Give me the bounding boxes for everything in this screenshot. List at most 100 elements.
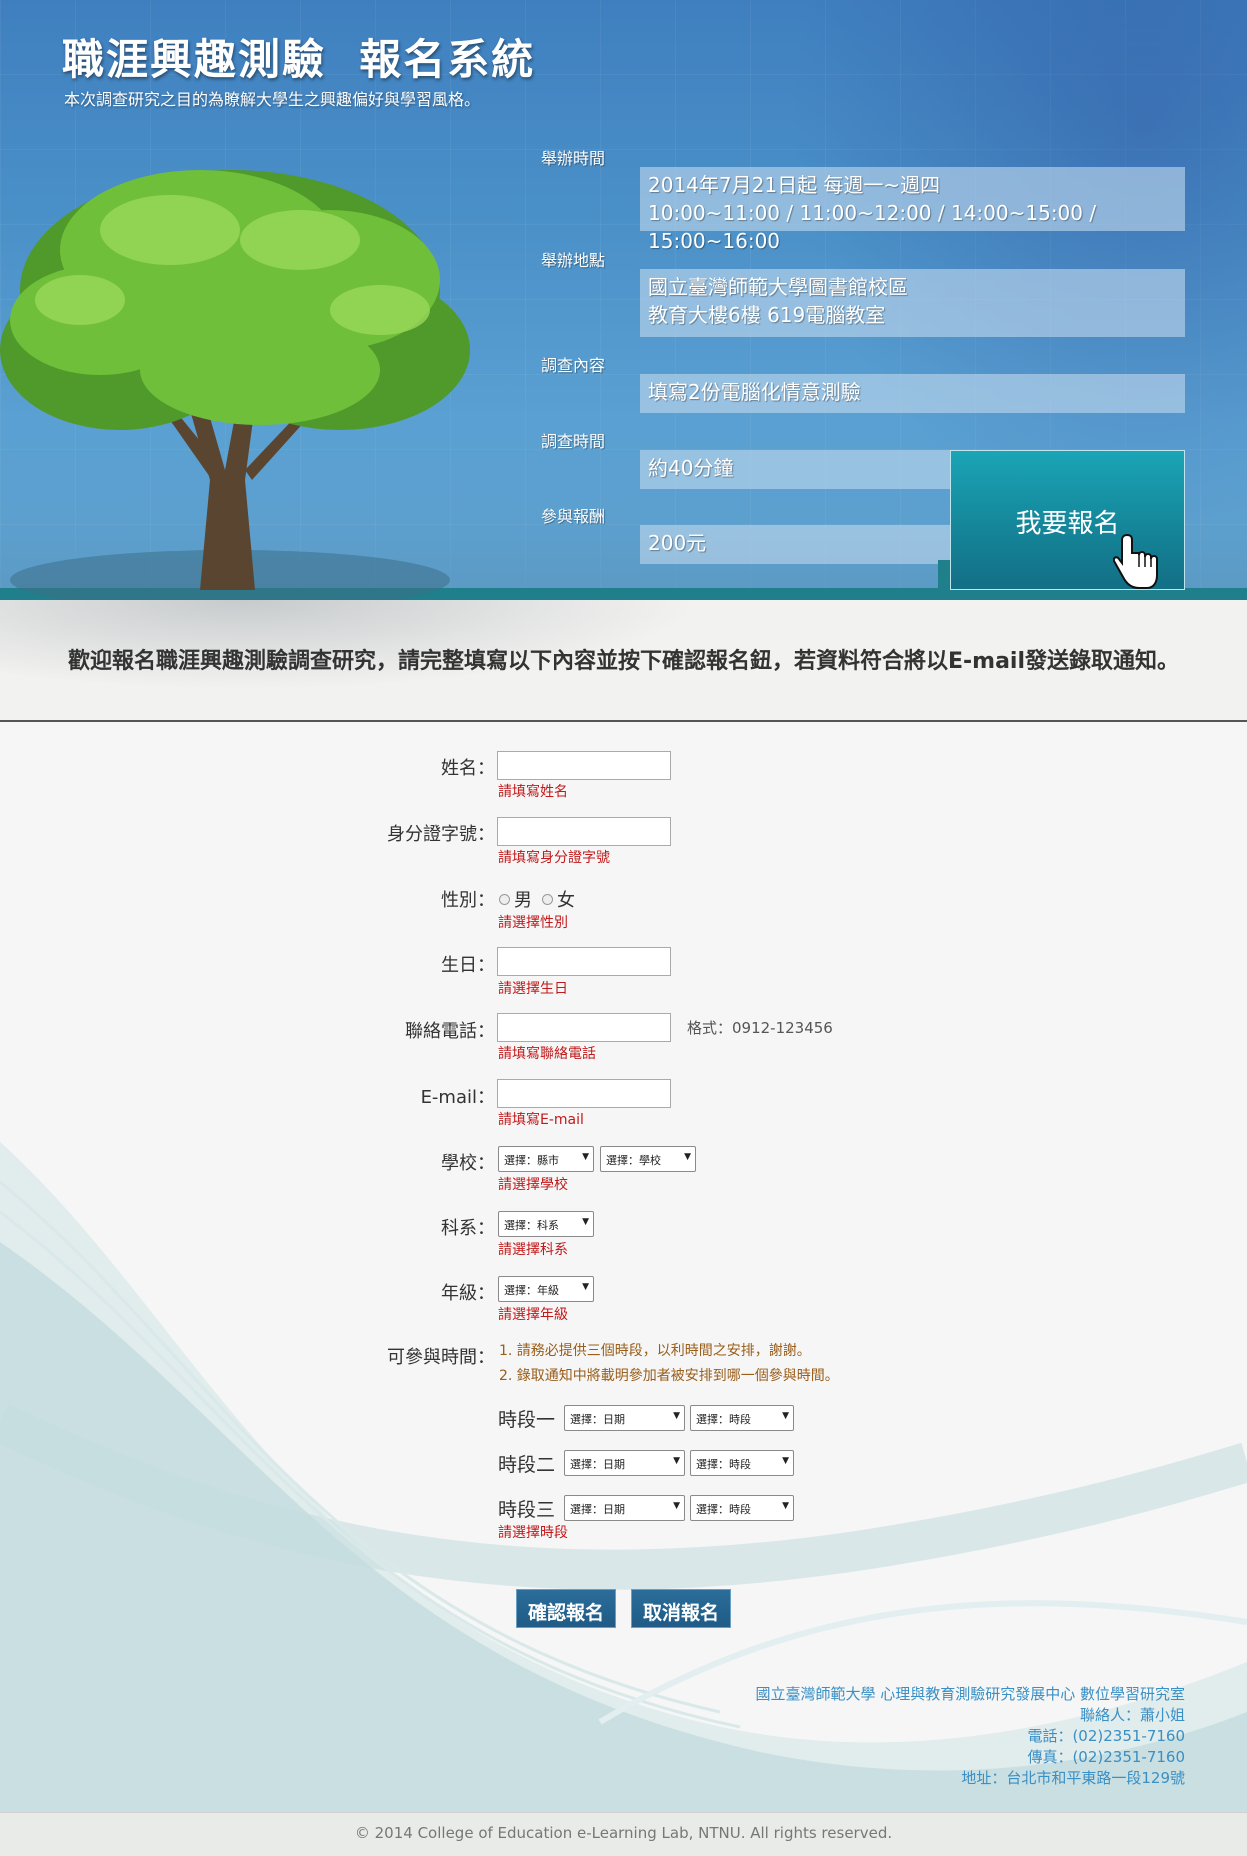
info-value-duration: 約40分鐘 (640, 450, 950, 489)
school-select[interactable]: 選擇：學校 ▼ (600, 1146, 696, 1172)
slot-2-time-select[interactable]: 選擇：時段 ▼ (690, 1450, 794, 1476)
slot-1-time-value: 選擇：時段 (696, 1413, 751, 1426)
signup-button-shadow (938, 560, 950, 590)
gender-radio-group: 男 女 (499, 886, 575, 912)
grade-label: 年級： (441, 1283, 495, 1304)
dropdown-arrow-icon: ▼ (582, 1282, 589, 1292)
info-value-location-line1: 國立臺灣師範大學圖書館校區 (648, 275, 908, 299)
availability-note-2: 2. 錄取通知中將載明參加者被安排到哪一個參與時間。 (499, 1368, 839, 1384)
info-value-reward-line1: 200元 (648, 531, 707, 555)
department-select[interactable]: 選擇：科系 ▼ (498, 1211, 594, 1237)
welcome-section: 歡迎報名職涯興趣測驗調查研究，請完整填寫以下內容並按下確認報名鈕，若資料符合將以… (0, 600, 1247, 720)
school-error: 請選擇學校 (498, 1177, 568, 1193)
info-label-location: 舉辦地點 (541, 251, 606, 270)
info-label-time: 舉辦時間 (541, 149, 606, 168)
birthday-input[interactable] (497, 947, 671, 976)
dropdown-arrow-icon: ▼ (582, 1152, 589, 1162)
contact-info: 國立臺灣師範大學 心理與教育測驗研究發展中心 數位學習研究室 聯絡人：蕭小姐 電… (755, 1684, 1185, 1789)
department-label: 科系： (441, 1218, 495, 1239)
site-title: 職涯興趣測驗 報名系統 (62, 35, 536, 84)
id-number-label: 身分證字號： (387, 824, 495, 845)
availability-error: 請選擇時段 (498, 1525, 568, 1541)
signup-button[interactable]: 我要報名 (950, 450, 1185, 590)
slot-2-date-value: 選擇：日期 (570, 1458, 625, 1471)
school-select-value: 選擇：學校 (606, 1154, 661, 1167)
site-subtitle: 本次調查研究之目的為瞭解大學生之興趣偏好與學習風格。 (64, 90, 481, 109)
phone-label: 聯絡電話： (405, 1021, 495, 1042)
gender-female-radio[interactable] (542, 893, 553, 905)
phone-format-hint: 格式：0912-123456 (687, 1019, 833, 1037)
id-number-input[interactable] (497, 817, 671, 846)
slot-3-date-value: 選擇：日期 (570, 1503, 625, 1516)
grade-select-value: 選擇：年級 (504, 1284, 559, 1297)
availability-notes: 1. 請務必提供三個時段，以利時間之安排，謝謝。 2. 錄取通知中將載明參加者被… (499, 1339, 839, 1389)
dropdown-arrow-icon: ▼ (782, 1456, 789, 1466)
contact-org: 國立臺灣師範大學 心理與教育測驗研究發展中心 數位學習研究室 (755, 1685, 1185, 1703)
info-value-location: 國立臺灣師範大學圖書館校區 教育大樓6樓 619電腦教室 (640, 269, 1185, 337)
slot-1-label: 時段一 (498, 1409, 556, 1431)
gender-label: 性別： (441, 890, 495, 911)
slot-3-date-select[interactable]: 選擇：日期 ▼ (564, 1495, 685, 1521)
contact-phone: 電話：(02)2351-7160 (1027, 1727, 1185, 1745)
info-value-content: 填寫2份電腦化情意測驗 (640, 374, 1185, 413)
gender-female-label: 女 (557, 890, 575, 911)
slot-3-label: 時段三 (498, 1499, 556, 1521)
signup-button-label: 我要報名 (1015, 509, 1120, 539)
info-value-location-line2: 教育大樓6樓 619電腦教室 (648, 303, 886, 327)
birthday-error: 請選擇生日 (498, 981, 568, 997)
welcome-message: 歡迎報名職涯興趣測驗調查研究，請完整填寫以下內容並按下確認報名鈕，若資料符合將以… (67, 649, 1179, 674)
department-error: 請選擇科系 (498, 1242, 568, 1258)
name-error: 請填寫姓名 (498, 784, 568, 800)
grade-select[interactable]: 選擇：年級 ▼ (498, 1276, 594, 1302)
gender-male-radio[interactable] (499, 893, 510, 905)
slot-2-label: 時段二 (498, 1454, 556, 1476)
slot-1-date-select[interactable]: 選擇：日期 ▼ (564, 1405, 685, 1431)
confirm-button[interactable]: 確認報名 (516, 1589, 616, 1628)
info-label-reward: 參與報酬 (541, 507, 606, 526)
dropdown-arrow-icon: ▼ (684, 1152, 691, 1162)
dropdown-arrow-icon: ▼ (582, 1217, 589, 1227)
availability-note-1: 1. 請務必提供三個時段，以利時間之安排，謝謝。 (499, 1343, 811, 1359)
slot-2-date-select[interactable]: 選擇：日期 ▼ (564, 1450, 685, 1476)
name-label: 姓名： (441, 758, 495, 779)
email-input[interactable] (497, 1079, 671, 1108)
dropdown-arrow-icon: ▼ (673, 1411, 680, 1421)
gender-error: 請選擇性別 (498, 915, 568, 931)
city-select[interactable]: 選擇：縣市 ▼ (498, 1146, 594, 1172)
email-label: E-mail： (420, 1087, 495, 1108)
hand-cursor-icon (1113, 533, 1158, 589)
dropdown-arrow-icon: ▼ (673, 1501, 680, 1511)
slot-2-time-value: 選擇：時段 (696, 1458, 751, 1471)
header-banner: 職涯興趣測驗 報名系統 本次調查研究之目的為瞭解大學生之興趣偏好與學習風格。 舉… (0, 0, 1247, 600)
info-value-reward: 200元 (640, 525, 950, 564)
phone-input[interactable] (497, 1013, 671, 1042)
phone-error: 請填寫聯絡電話 (498, 1046, 596, 1062)
contact-person: 聯絡人：蕭小姐 (1079, 1706, 1185, 1724)
gender-male-label: 男 (514, 890, 532, 911)
slot-3-time-select[interactable]: 選擇：時段 ▼ (690, 1495, 794, 1521)
grade-error: 請選擇年級 (498, 1307, 568, 1323)
name-input[interactable] (497, 751, 671, 780)
id-number-error: 請填寫身分證字號 (498, 850, 610, 866)
slot-1-time-select[interactable]: 選擇：時段 ▼ (690, 1405, 794, 1431)
availability-label: 可參與時間： (387, 1347, 495, 1368)
info-value-content-line1: 填寫2份電腦化情意測驗 (648, 380, 861, 404)
city-select-value: 選擇：縣市 (504, 1154, 559, 1167)
dropdown-arrow-icon: ▼ (782, 1501, 789, 1511)
info-label-duration: 調查時間 (541, 432, 606, 451)
info-value-time-line2: 10:00~11:00 / 11:00~12:00 / 14:00~15:00 … (648, 201, 1097, 253)
info-value-time-line1: 2014年7月21日起 每週一~週四 (648, 173, 941, 197)
slot-1-date-value: 選擇：日期 (570, 1413, 625, 1426)
tree-illustration (0, 170, 470, 600)
school-label: 學校： (441, 1153, 495, 1174)
dropdown-arrow-icon: ▼ (673, 1456, 680, 1466)
dropdown-arrow-icon: ▼ (782, 1411, 789, 1421)
contact-address: 地址：台北市和平東路一段129號 (961, 1769, 1185, 1787)
cancel-button[interactable]: 取消報名 (631, 1589, 731, 1628)
department-select-value: 選擇：科系 (504, 1219, 559, 1232)
info-value-duration-line1: 約40分鐘 (648, 456, 734, 480)
copyright-text: © 2014 College of Education e-Learning L… (354, 1824, 893, 1842)
info-label-content: 調查內容 (541, 356, 606, 375)
slot-3-time-value: 選擇：時段 (696, 1503, 751, 1516)
contact-fax: 傳真：(02)2351-7160 (1027, 1748, 1185, 1766)
